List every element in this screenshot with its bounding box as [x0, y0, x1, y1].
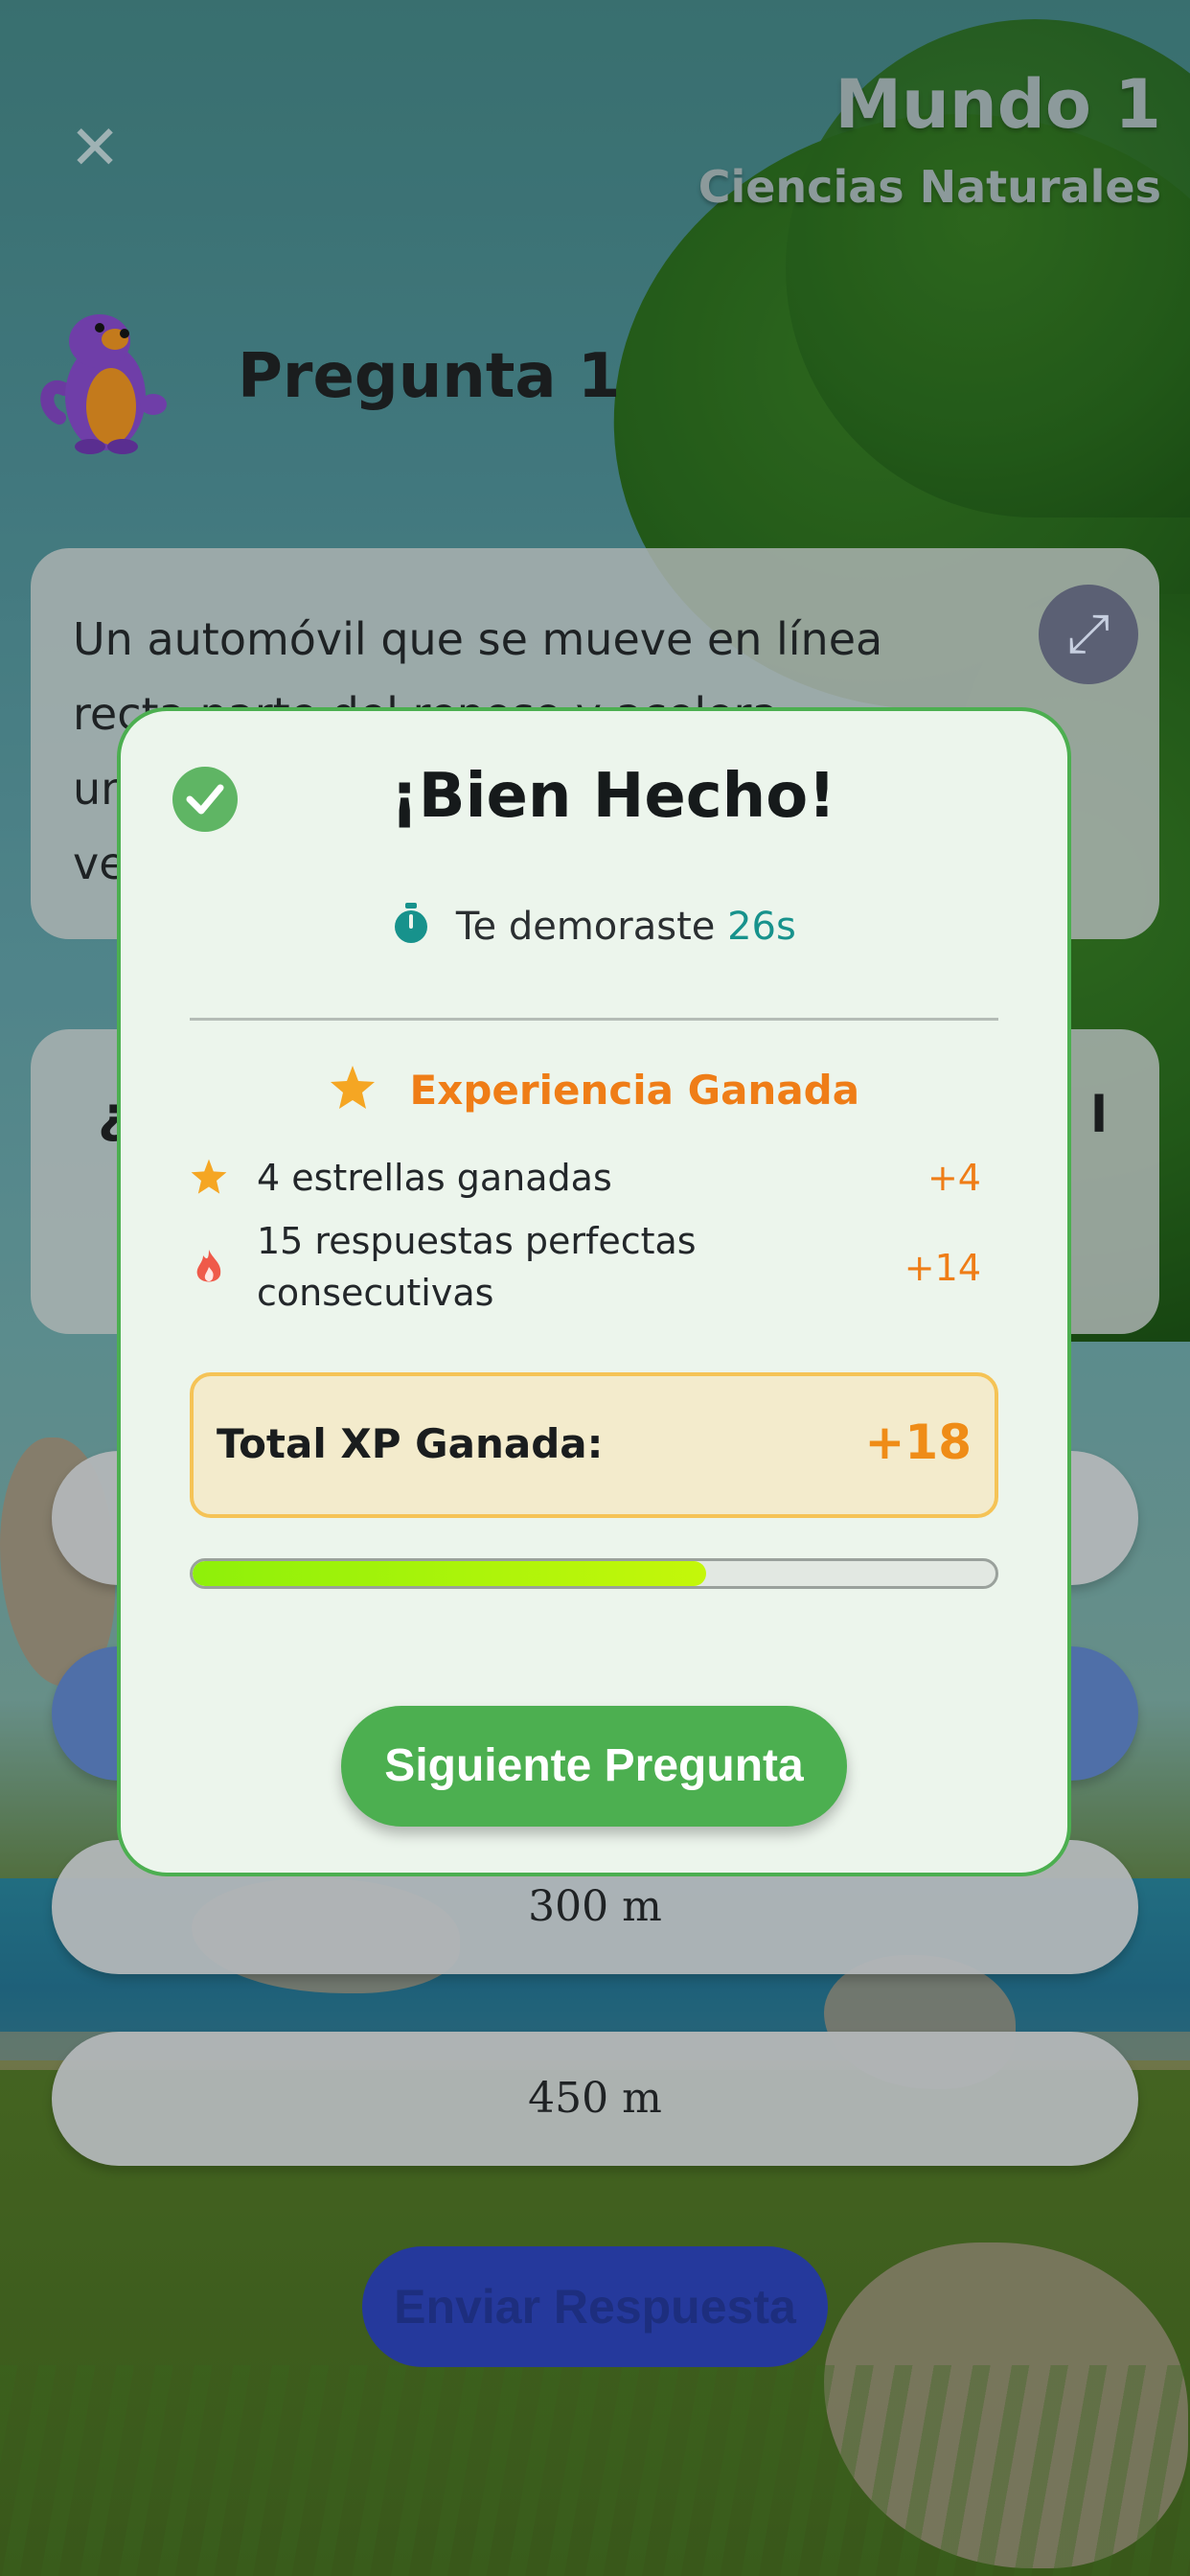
fire-icon	[196, 1250, 221, 1282]
close-icon: ✕	[69, 113, 121, 184]
close-button[interactable]: ✕	[59, 113, 130, 184]
time-prefix: Te demoraste	[455, 905, 716, 949]
question-title: Pregunta 1	[238, 341, 621, 412]
world-subtitle: Ciencias Naturales	[698, 161, 1161, 213]
next-question-button[interactable]: Siguiente Pregunta	[341, 1706, 847, 1827]
world-title: Mundo 1	[835, 65, 1161, 144]
time-value: 26s	[727, 905, 796, 949]
mascot-avatar	[40, 303, 184, 456]
xp-row-streak: 15 respuestas perfectas consecutivas +14	[190, 1215, 981, 1322]
star-icon	[330, 1066, 375, 1109]
xp-heading: Experiencia Ganada	[121, 1064, 1067, 1114]
xp-heading-text: Experiencia Ganada	[409, 1067, 860, 1114]
modal-title: ¡Bien Hecho!	[390, 761, 836, 832]
expand-icon: ⤢	[1066, 603, 1110, 665]
total-xp-label: Total XP Ganada:	[217, 1420, 604, 1467]
expand-button[interactable]: ⤢	[1039, 585, 1138, 684]
result-modal: ¡Bien Hecho! Te demoraste 26s Experienci…	[117, 707, 1071, 1876]
quiz-screen: ✕ Mundo 1 Ciencias Naturales Pregunta 1 …	[0, 0, 1190, 2576]
xp-row-label: 4 estrellas ganadas	[257, 1157, 612, 1199]
total-xp-box: Total XP Ganada: +18	[190, 1372, 998, 1518]
divider	[190, 1018, 998, 1021]
xp-progress-fill	[193, 1561, 707, 1586]
answer-option-4[interactable]: 450 m	[52, 2032, 1138, 2166]
submit-answer-button[interactable]: Enviar Respuesta	[362, 2246, 828, 2367]
xp-row-stars: 4 estrellas ganadas +4	[190, 1152, 981, 1204]
xp-progress-bar	[190, 1558, 998, 1589]
prompt-text-right: l	[1090, 1087, 1108, 1144]
star-icon	[191, 1159, 227, 1194]
xp-row-label: 15 respuestas perfectas consecutivas	[257, 1220, 697, 1314]
xp-row-value: +4	[927, 1157, 981, 1199]
stopwatch-icon	[395, 903, 428, 943]
time-taken: Te demoraste 26s	[121, 903, 1067, 949]
total-xp-value: +18	[864, 1414, 972, 1470]
xp-row-value: +14	[904, 1247, 981, 1289]
